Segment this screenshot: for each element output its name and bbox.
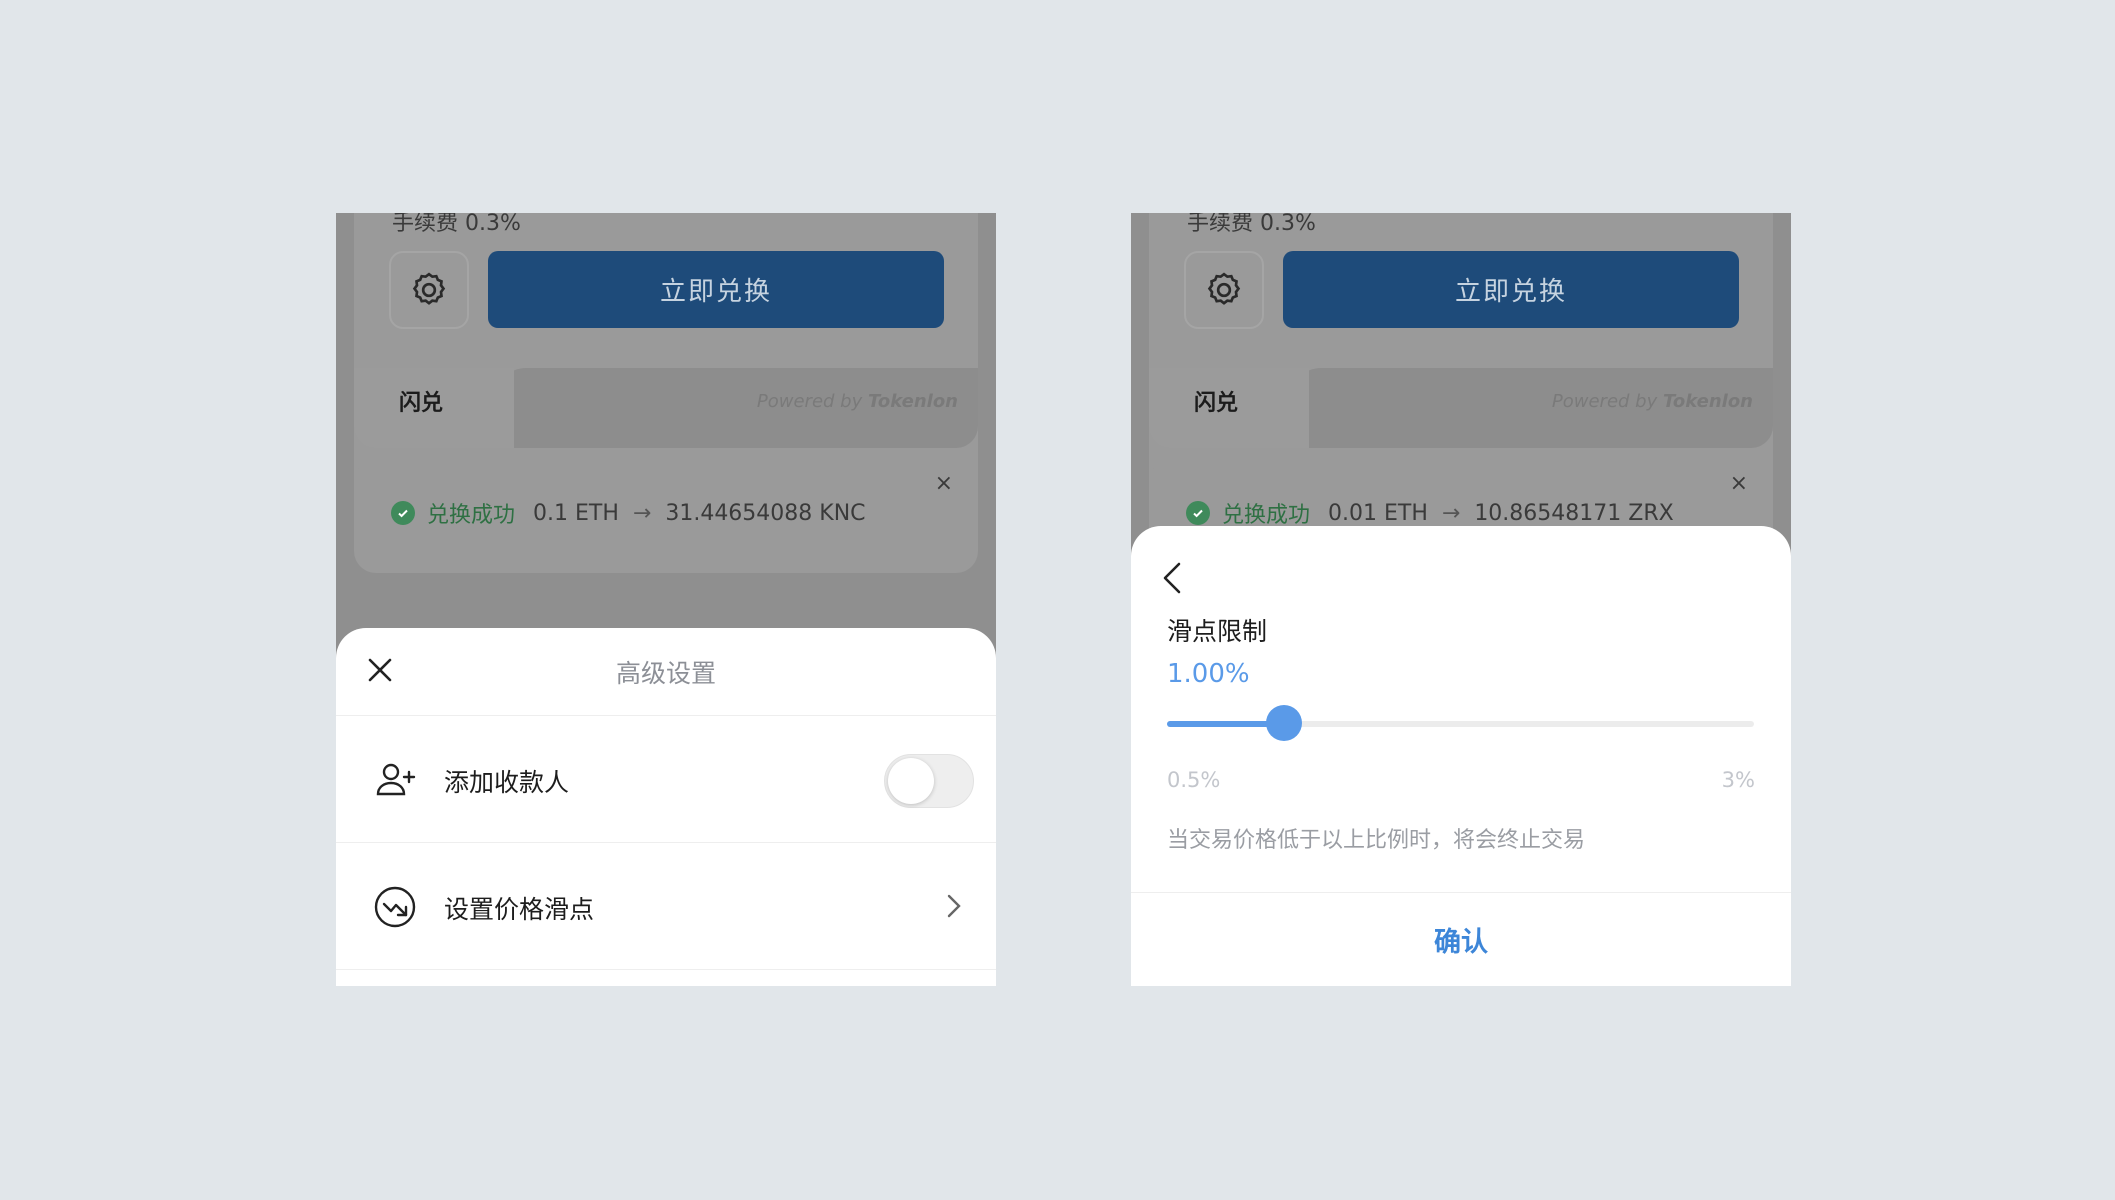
success-check-icon <box>1186 501 1210 525</box>
back-icon[interactable] <box>1157 558 1187 598</box>
chevron-right-icon <box>947 894 961 918</box>
add-payee-row[interactable]: 添加收款人 <box>336 716 996 843</box>
sheet-header: 高级设置 <box>336 628 996 716</box>
divider <box>1131 892 1791 893</box>
to-amount: 10.86548171 ZRX <box>1474 500 1674 526</box>
notice-close-icon[interactable]: × <box>935 471 953 496</box>
settings-button[interactable] <box>1184 251 1264 329</box>
sheet-title: 高级设置 <box>615 659 716 688</box>
tab-flash-label: 闪兑 <box>399 391 444 416</box>
swap-now-button[interactable]: 立即兑换 <box>488 251 944 328</box>
success-check-icon <box>391 501 415 525</box>
arrow-right-icon: → <box>1441 500 1461 526</box>
gear-icon <box>1207 272 1241 305</box>
arrow-right-icon: → <box>632 500 652 526</box>
tokenlon-brand: Tokenlon <box>1662 391 1753 412</box>
from-amount: 0.01 ETH <box>1328 500 1428 526</box>
tokenlon-brand: Tokenlon <box>867 391 958 412</box>
powered-by-text: Powered by Tokenlon <box>1551 391 1753 412</box>
right-phone-screen: 手续费 0.3% 立即兑换 闪兑 Powered by Tokenlon 兑换成… <box>1131 213 1791 986</box>
settings-button[interactable] <box>389 251 469 329</box>
slider-max-label: 3% <box>1721 768 1755 792</box>
toggle-knob <box>888 758 934 804</box>
slippage-slider[interactable] <box>1167 705 1754 741</box>
confirm-button[interactable]: 确认 <box>1131 920 1791 959</box>
tab-flash-label: 闪兑 <box>1194 391 1239 416</box>
price-slippage-label: 设置价格滑点 <box>444 895 595 924</box>
slippage-hint: 当交易价格低于以上比例时，将会终止交易 <box>1167 828 1586 853</box>
price-slippage-row[interactable]: 设置价格滑点 <box>336 843 996 970</box>
fee-text: 手续费 0.3% <box>1187 213 1316 236</box>
add-payee-toggle[interactable] <box>884 754 974 808</box>
success-status: 兑换成功 <box>1222 503 1311 528</box>
swap-success-notice: 兑换成功 0.1 ETH → 31.44654088 KNC × <box>357 461 975 558</box>
add-payee-label: 添加收款人 <box>444 768 570 797</box>
powered-by-text: Powered by Tokenlon <box>756 391 958 412</box>
add-user-icon <box>376 763 416 796</box>
to-amount: 31.44654088 KNC <box>665 500 866 526</box>
advanced-settings-sheet: 高级设置 添加收款人 设置价格滑点 <box>336 628 996 986</box>
slider-min-label: 0.5% <box>1167 768 1221 792</box>
swap-now-button[interactable]: 立即兑换 <box>1283 251 1739 328</box>
slippage-limit-sheet: 滑点限制 1.00% 0.5% 3% 当交易价格低于以上比例时，将会终止交易 确… <box>1131 526 1791 986</box>
success-status: 兑换成功 <box>427 503 516 528</box>
slippage-value: 1.00% <box>1167 659 1250 689</box>
left-phone-screen: 手续费 0.3% 立即兑换 闪兑 Powered by Tokenlon 兑换成… <box>336 213 996 986</box>
price-trend-icon <box>374 886 416 928</box>
slider-thumb[interactable] <box>1266 705 1303 741</box>
notice-close-icon[interactable]: × <box>1730 471 1748 496</box>
from-amount: 0.1 ETH <box>533 500 619 526</box>
fee-text: 手续费 0.3% <box>392 213 521 236</box>
slippage-title: 滑点限制 <box>1167 617 1268 646</box>
gear-icon <box>412 272 446 305</box>
